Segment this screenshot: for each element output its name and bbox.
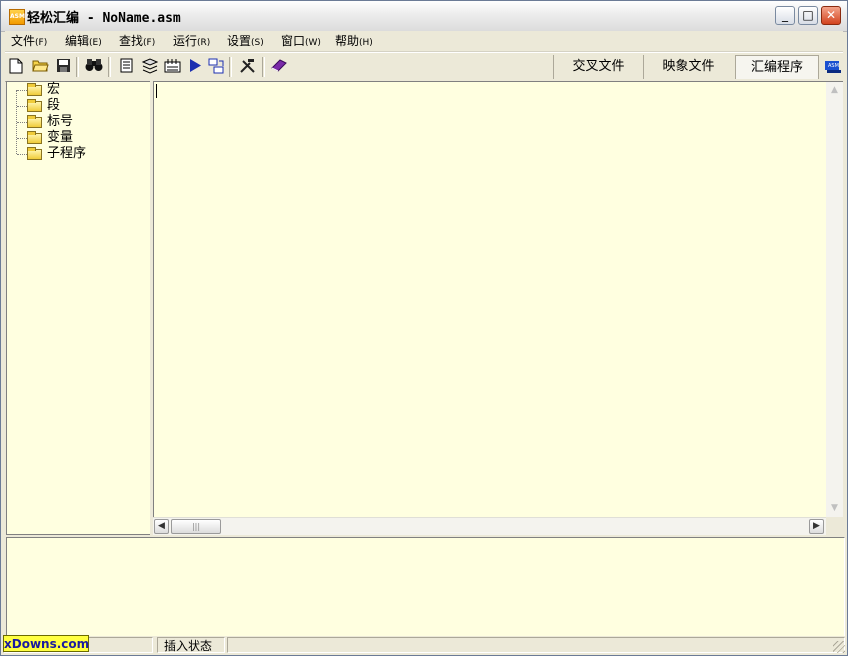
tab-asm-program[interactable]: 汇编程序 (735, 55, 819, 79)
tree-branch (17, 122, 27, 123)
minimize-button[interactable]: _ (775, 6, 795, 25)
svg-text:ASM: ASM (828, 63, 839, 69)
scroll-down-icon[interactable]: ▼ (827, 501, 842, 516)
tree-branch (17, 154, 27, 155)
tree-branch (17, 106, 27, 107)
code-editor[interactable] (153, 81, 826, 518)
resize-grip-icon[interactable] (833, 641, 845, 653)
document-icon[interactable] (117, 58, 135, 76)
toolbar-separator (76, 57, 79, 77)
calendar-icon[interactable] (163, 58, 181, 76)
folder-icon (27, 99, 42, 112)
save-icon[interactable] (54, 58, 72, 76)
folder-icon (27, 83, 42, 96)
output-panel[interactable] (6, 537, 845, 637)
close-icon: ✕ (825, 8, 837, 22)
asm-logo-icon[interactable]: ASM (823, 58, 843, 76)
scroll-thumb[interactable]: ||| (171, 519, 221, 534)
debug-icon[interactable] (207, 58, 225, 76)
maximize-button[interactable]: □ (798, 6, 818, 25)
folder-icon (27, 115, 42, 128)
tools-icon[interactable] (238, 58, 256, 76)
status-bar: 行 1 列 1 插入状态 (1, 636, 847, 655)
text-caret (156, 84, 157, 98)
window-title: 轻松汇编 - NoName.asm (27, 11, 181, 26)
main-window: ASM 轻松汇编 - NoName.asm _ □ ✕ 文件(F) 编辑(E) … (0, 0, 848, 656)
minimize-icon: _ (782, 8, 788, 22)
menu-help[interactable]: 帮助(H) (333, 33, 375, 49)
menu-window[interactable]: 窗口(W) (279, 33, 323, 49)
toolbar: 交叉文件 映象文件 汇编程序 ASM (5, 52, 843, 82)
menu-run[interactable]: 运行(R) (171, 33, 212, 49)
open-folder-icon[interactable] (31, 58, 49, 76)
toolbar-separator (108, 57, 111, 77)
scroll-corner (826, 517, 843, 534)
tab-cross-file[interactable]: 交叉文件 (553, 55, 643, 79)
menu-bar: 文件(F) 编辑(E) 查找(F) 运行(R) 设置(S) 窗口(W) 帮助(H… (5, 31, 843, 52)
symbol-tree: 宏 段 标号 变量 子程序 (6, 81, 152, 535)
tree-branch (17, 90, 27, 91)
book-icon[interactable] (270, 58, 288, 76)
status-empty (227, 637, 845, 653)
status-insert-mode: 插入状态 (157, 637, 225, 653)
app-icon: ASM (9, 9, 25, 25)
toolbar-separator (262, 57, 265, 77)
close-button[interactable]: ✕ (821, 6, 841, 25)
vertical-scrollbar[interactable]: ▲ ▼ (826, 81, 843, 518)
folder-icon (27, 131, 42, 144)
stack-icon[interactable] (140, 58, 158, 76)
tree-branch (17, 138, 27, 139)
menu-find[interactable]: 查找(F) (117, 33, 157, 49)
horizontal-scrollbar[interactable]: ◀ ||| ▶ (153, 517, 826, 535)
menu-edit[interactable]: 编辑(E) (63, 33, 104, 49)
run-icon[interactable] (186, 58, 204, 76)
toolbar-separator (229, 57, 232, 77)
tab-map-file[interactable]: 映象文件 (643, 55, 733, 79)
menu-file[interactable]: 文件(F) (9, 33, 49, 49)
folder-icon (27, 147, 42, 160)
scroll-up-icon[interactable]: ▲ (827, 83, 842, 98)
menu-settings[interactable]: 设置(S) (225, 33, 266, 49)
title-bar[interactable]: ASM 轻松汇编 - NoName.asm _ □ ✕ (1, 1, 847, 32)
maximize-icon: □ (802, 8, 814, 22)
watermark-logo: xDowns.com (3, 635, 90, 652)
scroll-left-icon[interactable]: ◀ (154, 519, 169, 534)
scroll-right-icon[interactable]: ▶ (809, 519, 824, 534)
new-file-icon[interactable] (7, 58, 25, 76)
find-binoculars-icon[interactable] (85, 58, 103, 76)
